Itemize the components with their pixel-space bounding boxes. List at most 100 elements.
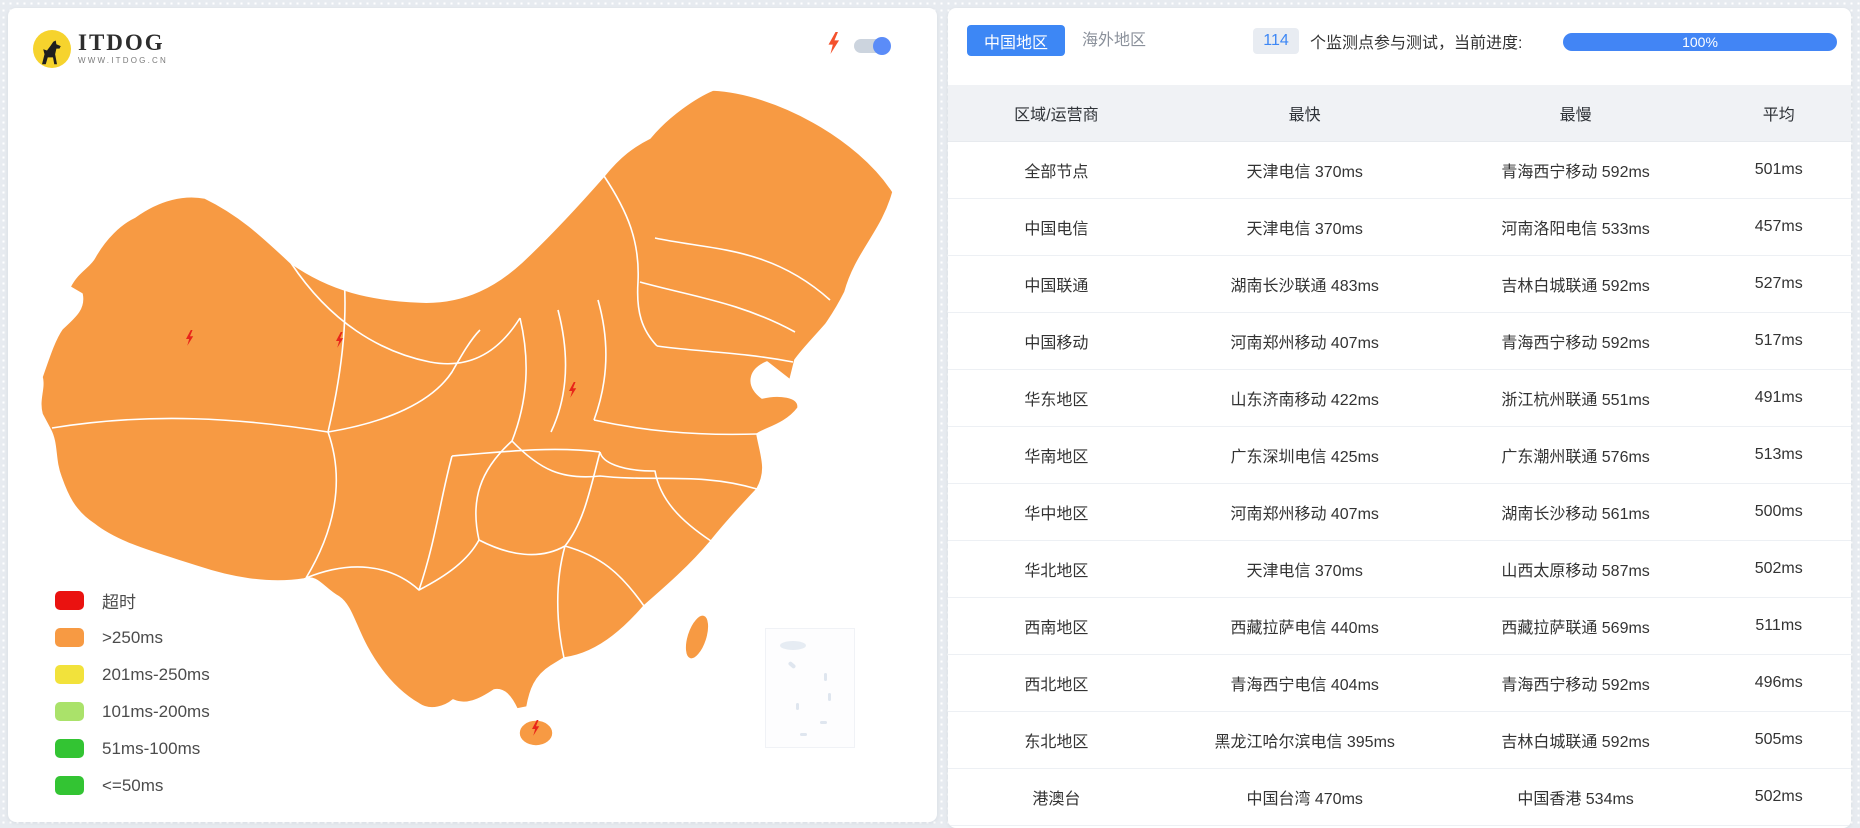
cell-average: 501ms	[1754, 161, 1803, 178]
table-row: 华中地区 河南郑州移动 407ms 湖南长沙移动 561ms 500ms	[948, 484, 1851, 541]
logo-title: ITDOG	[78, 30, 165, 55]
cell-region: 东北地区	[1024, 734, 1089, 751]
cell-slowest: 浙江杭州联通 551ms	[1501, 392, 1650, 409]
cell-slowest: 中国香港 534ms	[1517, 791, 1634, 808]
legend-item: 51ms-100ms	[55, 730, 210, 767]
cell-fastest: 黑龙江哈尔滨电信 395ms	[1214, 734, 1395, 751]
results-header: 中国地区 海外地区 114 个监测点参与测试，当前进度: 100%	[948, 8, 1851, 85]
latency-legend: 超时 >250ms 201ms-250ms 101ms-200ms 51ms-100ms…	[55, 582, 210, 804]
table-row: 全部节点 天津电信 370ms 青海西宁移动 592ms 501ms	[948, 142, 1851, 199]
cell-average: 496ms	[1754, 674, 1803, 691]
cell-region: 全部节点	[1024, 164, 1089, 181]
legend-item: <=50ms	[55, 767, 210, 804]
table-row: 华北地区 天津电信 370ms 山西太原移动 587ms 502ms	[948, 541, 1851, 598]
cell-region: 西北地区	[1024, 677, 1089, 694]
cell-slowest: 青海西宁移动 592ms	[1501, 335, 1650, 352]
south-china-sea-inset	[765, 628, 855, 748]
legend-label: 201ms-250ms	[102, 664, 210, 684]
logo-subtitle: WWW.ITDOG.CN	[78, 56, 168, 65]
legend-label: <=50ms	[102, 775, 164, 795]
tab-overseas-region[interactable]: 海外地区	[1082, 25, 1146, 56]
table-row: 港澳台 中国台湾 470ms 中国香港 534ms 502ms	[948, 769, 1851, 826]
cell-fastest: 山东济南移动 422ms	[1230, 392, 1379, 409]
table-row: 东北地区 黑龙江哈尔滨电信 395ms 吉林白城联通 592ms 505ms	[948, 712, 1851, 769]
column-header-region: 区域/运营商	[1014, 107, 1099, 124]
cell-average: 513ms	[1754, 446, 1803, 463]
legend-label: 51ms-100ms	[102, 738, 201, 758]
table-row: 中国电信 天津电信 370ms 河南洛阳电信 533ms 457ms	[948, 199, 1851, 256]
cell-average: 517ms	[1754, 332, 1803, 349]
cell-slowest: 湖南长沙移动 561ms	[1501, 506, 1650, 523]
map-panel: ITDOG WWW.ITDOG.CN 超时 >250ms 201ms-250ms…	[8, 8, 937, 822]
cell-average: 527ms	[1754, 275, 1803, 292]
monitor-count-badge: 114	[1253, 28, 1299, 54]
table-row: 中国联通 湖南长沙联通 483ms 吉林白城联通 592ms 527ms	[948, 256, 1851, 313]
cell-slowest: 吉林白城联通 592ms	[1501, 278, 1650, 295]
cell-average: 511ms	[1755, 617, 1803, 634]
cell-region: 华中地区	[1024, 506, 1089, 523]
cell-fastest: 河南郑州移动 407ms	[1230, 335, 1379, 352]
legend-swatch	[55, 591, 84, 610]
cell-region: 华东地区	[1024, 392, 1089, 409]
dog-logo-icon	[33, 30, 71, 68]
cell-average: 491ms	[1754, 389, 1803, 406]
cell-slowest: 吉林白城联通 592ms	[1501, 734, 1650, 751]
legend-item: >250ms	[55, 619, 210, 656]
cell-slowest: 山西太原移动 587ms	[1501, 563, 1650, 580]
cell-region: 华北地区	[1024, 563, 1089, 580]
legend-item: 201ms-250ms	[55, 656, 210, 693]
results-table: 区域/运营商 最快 最慢 平均 全部节点 天津电信 370ms 青海西宁移动 592ms 5…	[948, 85, 1851, 826]
cell-average: 502ms	[1754, 788, 1803, 805]
cell-region: 中国联通	[1024, 278, 1089, 295]
table-header-row: 区域/运营商 最快 最慢 平均	[948, 85, 1851, 142]
cell-average: 457ms	[1754, 218, 1803, 235]
cell-average: 502ms	[1754, 560, 1803, 577]
cell-slowest: 青海西宁移动 592ms	[1501, 164, 1650, 181]
progress-bar: 100%	[1563, 33, 1837, 51]
cell-fastest: 河南郑州移动 407ms	[1230, 506, 1379, 523]
legend-swatch	[55, 776, 84, 795]
cell-region: 港澳台	[1032, 791, 1081, 808]
cell-region: 西南地区	[1024, 620, 1089, 637]
fast-mode-toggle[interactable]	[854, 36, 891, 55]
legend-swatch	[55, 739, 84, 758]
tab-china-region[interactable]: 中国地区	[967, 25, 1065, 56]
column-header-fastest: 最快	[1288, 107, 1321, 124]
cell-fastest: 广东深圳电信 425ms	[1230, 449, 1379, 466]
cell-fastest: 天津电信 370ms	[1246, 164, 1363, 181]
cell-slowest: 青海西宁移动 592ms	[1501, 677, 1650, 694]
table-row: 西北地区 青海西宁电信 404ms 青海西宁移动 592ms 496ms	[948, 655, 1851, 712]
table-row: 华南地区 广东深圳电信 425ms 广东潮州联通 576ms 513ms	[948, 427, 1851, 484]
results-panel: 中国地区 海外地区 114 个监测点参与测试，当前进度: 100% 区域/运营商…	[948, 8, 1851, 828]
cell-fastest: 中国台湾 470ms	[1246, 791, 1363, 808]
cell-fastest: 天津电信 370ms	[1246, 221, 1363, 238]
column-header-average: 平均	[1762, 107, 1795, 124]
toggle-knob	[873, 36, 891, 55]
itdog-logo[interactable]: ITDOG WWW.ITDOG.CN	[33, 30, 168, 68]
cell-slowest: 广东潮州联通 576ms	[1501, 449, 1650, 466]
legend-label: 超时	[102, 593, 136, 612]
table-row: 中国移动 河南郑州移动 407ms 青海西宁移动 592ms 517ms	[948, 313, 1851, 370]
cell-average: 500ms	[1754, 503, 1803, 520]
legend-item: 超时	[55, 582, 210, 619]
cell-slowest: 河南洛阳电信 533ms	[1501, 221, 1650, 238]
legend-swatch	[55, 702, 84, 721]
cell-fastest: 西藏拉萨电信 440ms	[1230, 620, 1379, 637]
lightning-icon	[826, 32, 842, 59]
cell-region: 华南地区	[1024, 449, 1089, 466]
cell-average: 505ms	[1754, 731, 1803, 748]
cell-region: 中国电信	[1024, 221, 1089, 238]
legend-label: 101ms-200ms	[102, 701, 210, 721]
column-header-slowest: 最慢	[1559, 107, 1592, 124]
table-row: 华东地区 山东济南移动 422ms 浙江杭州联通 551ms 491ms	[948, 370, 1851, 427]
legend-swatch	[55, 628, 84, 647]
table-row: 西南地区 西藏拉萨电信 440ms 西藏拉萨联通 569ms 511ms	[948, 598, 1851, 655]
cell-region: 中国移动	[1024, 335, 1089, 352]
cell-fastest: 天津电信 370ms	[1246, 563, 1363, 580]
cell-fastest: 湖南长沙联通 483ms	[1230, 278, 1379, 295]
legend-swatch	[55, 665, 84, 684]
cell-fastest: 青海西宁电信 404ms	[1230, 677, 1379, 694]
legend-item: 101ms-200ms	[55, 693, 210, 730]
cell-slowest: 西藏拉萨联通 569ms	[1501, 620, 1650, 637]
monitor-text: 个监测点参与测试，当前进度:	[1310, 35, 1523, 52]
